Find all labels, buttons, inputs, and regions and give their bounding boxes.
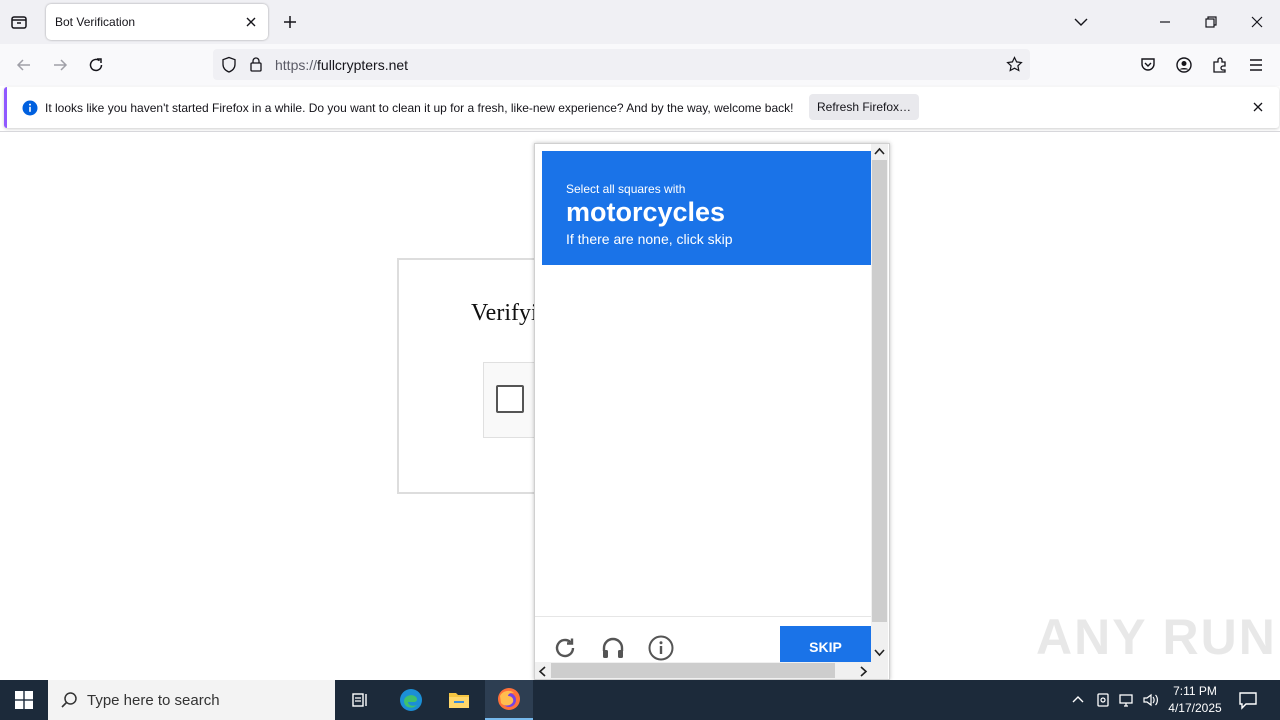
close-window-icon[interactable] — [1249, 14, 1265, 30]
windows-start-icon[interactable] — [15, 691, 33, 709]
clock-time: 7:11 PM — [1173, 684, 1217, 698]
scroll-down-arrow-icon[interactable] — [874, 649, 885, 657]
horizontal-scrollbar[interactable] — [535, 662, 888, 679]
taskbar-clock[interactable]: 7:11 PM 4/17/2025 — [1160, 683, 1230, 717]
show-hidden-icons-chevron-icon[interactable] — [1071, 693, 1085, 705]
scroll-right-arrow-icon[interactable] — [860, 666, 868, 677]
back-icon[interactable] — [15, 56, 33, 74]
horizontal-scroll-thumb[interactable] — [551, 663, 835, 678]
action-center-notification-icon[interactable] — [1238, 690, 1258, 710]
anyrun-watermark: ANY RUN — [1036, 609, 1277, 665]
search-placeholder: Type here to search — [87, 692, 220, 709]
windows-taskbar: Type here to search 7:11 PM 4/17/2025 — [0, 680, 1280, 720]
minimize-icon[interactable] — [1157, 14, 1173, 30]
captcha-checkbox[interactable] — [496, 385, 524, 413]
prompt-skip-hint: If there are none, click skip — [566, 231, 733, 247]
tab-manager-icon[interactable] — [10, 13, 28, 31]
verification-heading: Verifyi — [471, 300, 538, 326]
reload-challenge-icon[interactable] — [553, 636, 577, 660]
pocket-icon[interactable] — [1139, 56, 1157, 74]
search-icon — [60, 691, 78, 709]
vertical-scroll-thumb[interactable] — [872, 160, 887, 622]
task-view-icon[interactable] — [336, 680, 384, 720]
refresh-firefox-button[interactable]: Refresh Firefox… — [809, 94, 919, 120]
close-notification-icon[interactable] — [1251, 100, 1265, 114]
file-explorer-icon[interactable] — [435, 680, 483, 720]
list-all-tabs-icon[interactable] — [1073, 14, 1089, 30]
scroll-up-arrow-icon[interactable] — [874, 147, 885, 155]
tracking-protection-shield-icon[interactable] — [221, 56, 237, 73]
edge-browser-icon[interactable] — [387, 680, 435, 720]
info-icon — [22, 100, 38, 116]
new-tab-icon[interactable] — [282, 14, 298, 30]
tab-title: Bot Verification — [55, 15, 136, 29]
scroll-left-arrow-icon[interactable] — [538, 666, 546, 677]
lock-icon[interactable] — [249, 56, 263, 73]
captcha-challenge-popup: Select all squares with motorcycles If t… — [534, 143, 890, 680]
firefox-taskbar-icon[interactable] — [485, 680, 533, 720]
menu-hamburger-icon[interactable] — [1247, 56, 1265, 74]
forward-icon[interactable] — [51, 56, 69, 74]
taskbar-search-box[interactable]: Type here to search — [48, 680, 335, 720]
challenge-footer-divider — [535, 616, 871, 617]
volume-icon[interactable] — [1142, 692, 1160, 708]
audio-challenge-headphones-icon[interactable] — [600, 635, 626, 661]
toolbar-divider — [0, 131, 1280, 132]
bookmark-star-icon[interactable] — [1006, 56, 1023, 73]
url-bar[interactable]: https://fullcrypters.net — [213, 49, 1030, 80]
account-icon[interactable] — [1175, 56, 1193, 74]
info-circle-icon[interactable] — [648, 635, 674, 661]
tab-close-icon[interactable] — [243, 14, 259, 30]
tab-bot-verification[interactable]: Bot Verification — [46, 4, 268, 40]
url-host: fullcrypters.net — [317, 57, 409, 73]
refresh-firefox-notification: It looks like you haven't started Firefo… — [4, 87, 1279, 128]
prompt-target-word: motorcycles — [566, 197, 726, 227]
tray-device-icon[interactable] — [1095, 692, 1111, 708]
tab-strip: Bot Verification — [0, 0, 1280, 44]
notification-message: It looks like you haven't started Firefo… — [45, 101, 794, 115]
restore-icon[interactable] — [1203, 14, 1219, 30]
network-icon[interactable] — [1118, 692, 1136, 708]
extensions-icon[interactable] — [1211, 56, 1229, 74]
clock-date: 4/17/2025 — [1168, 701, 1222, 715]
url-scheme: https:// — [275, 57, 318, 73]
reload-icon[interactable] — [87, 56, 105, 74]
navigation-toolbar: https://fullcrypters.net — [0, 44, 1280, 86]
prompt-instruction: Select all squares with — [566, 182, 686, 196]
vertical-scrollbar[interactable] — [871, 144, 888, 662]
url-text[interactable]: https://fullcrypters.net — [275, 57, 408, 73]
challenge-prompt: Select all squares with motorcycles If t… — [542, 151, 871, 265]
skip-button[interactable]: SKIP — [780, 626, 871, 662]
